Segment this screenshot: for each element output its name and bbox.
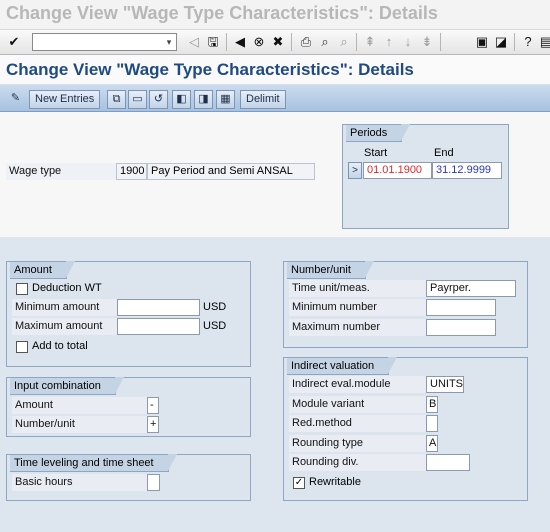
rewritable-label: Rewritable [309,476,361,488]
input-combination-title: Input combination [10,377,124,395]
delete-icon[interactable]: ▭ [128,90,147,109]
rewritable-checkbox[interactable]: ✓ [293,477,305,489]
maximum-amount-label: Maximum amount [12,318,117,335]
amount-group: Amount Deduction WT Minimum amount USD M… [6,261,251,367]
indirect-eval-module-label: Indirect eval.module [289,376,426,393]
red-method-field[interactable] [426,415,438,432]
number-unit-group: Number/unit Time unit/meas. Payrper. Min… [283,261,528,348]
print-icon[interactable]: ⎙ [298,34,314,50]
display-change-icon[interactable]: ✎ [6,90,25,109]
basic-hours-label: Basic hours [12,474,147,491]
first-page-icon[interactable]: ⇞ [362,34,378,50]
delimit-button[interactable]: Delimit [240,90,286,109]
previous-page-icon[interactable]: ↑ [381,34,397,50]
rounding-div-field[interactable] [426,454,470,471]
period-select-button[interactable]: > [348,162,362,179]
start-date-field[interactable]: 01.01.1900 [363,162,432,179]
rounding-type-field[interactable]: A [426,435,438,452]
red-method-label: Red.method [289,415,426,432]
command-history-dropdown-icon[interactable]: ▾ [163,35,175,49]
create-session-icon[interactable]: ▣ [474,34,490,50]
end-date-field[interactable]: 31.12.9999 [432,162,502,179]
time-unit-label: Time unit/meas. [289,280,426,297]
add-to-total-checkbox[interactable] [16,341,28,353]
exit-icon[interactable]: ⊗ [251,34,267,50]
maximum-number-field[interactable] [426,319,496,336]
ic-amount-label: Amount [12,397,147,414]
minimum-amount-label: Minimum amount [12,299,117,316]
screen-title-bar: Change View "Wage Type Characteristics":… [0,55,550,85]
periods-group: Periods Start End > 01.01.1900 31.12.999… [342,124,509,229]
ic-number-field[interactable]: + [147,416,159,433]
time-leveling-title: Time leveling and time sheet [10,454,177,472]
generate-shortcut-icon[interactable]: ◪ [493,34,509,50]
toolbar-separator [291,33,292,51]
ic-number-label: Number/unit [12,416,147,433]
wage-type-code: 1900 [116,163,147,180]
new-entries-button[interactable]: New Entries [29,90,101,109]
customize-layout-icon[interactable]: ▤ [538,34,550,50]
minimum-amount-currency: USD [203,301,227,313]
window-title: Change View "Wage Type Characteristics":… [6,3,438,23]
system-toolbar: ✔ ▾ ◁ 🖫 ◀ ⊗ ✖ ⎙ ⌕ ⌕ ⇞ ↑ ↓ ⇟ ▣ ◪ ? ▤ [0,30,550,55]
toolbar-separator [514,33,515,51]
toolbar-separator [440,33,441,51]
number-unit-title: Number/unit [287,261,374,279]
application-toolbar: ✎ New Entries ⧉ ▭ ↺ ◧ ◨ ▦ Delimit [0,85,550,112]
detail-area: Amount Deduction WT Minimum amount USD M… [0,237,550,532]
basic-hours-field[interactable] [147,474,160,491]
find-next-icon[interactable]: ⌕ [336,34,352,50]
previous-entry-icon[interactable]: ◧ [172,90,191,109]
maximum-number-label: Maximum number [289,319,426,336]
command-field[interactable]: ▾ [32,33,177,51]
indirect-eval-module-field[interactable]: UNITS [426,376,464,393]
next-entry-icon[interactable]: ◨ [194,90,213,109]
rounding-div-label: Rounding div. [289,454,426,471]
wage-type-text: Pay Period and Semi ANSAL [147,163,315,180]
time-leveling-group: Time leveling and time sheet Basic hours [6,454,251,501]
periods-title: Periods [346,124,411,142]
rounding-type-label: Rounding type [289,435,426,452]
key-area: Wage type 1900 Pay Period and Semi ANSAL… [0,112,550,237]
last-page-icon[interactable]: ⇟ [419,34,435,50]
indirect-valuation-title: Indirect valuation [287,357,398,375]
window-title-bar: Change View "Wage Type Characteristics":… [0,0,550,30]
cancel-icon[interactable]: ✖ [270,34,286,50]
minimum-number-field[interactable] [426,299,496,316]
module-variant-label: Module variant [289,396,426,413]
end-label: End [434,147,454,159]
help-icon[interactable]: ? [520,34,536,50]
collapse-left-icon[interactable]: ◁ [186,34,202,50]
wage-type-label: Wage type [6,163,116,180]
maximum-amount-currency: USD [203,320,227,332]
deduction-wt-checkbox[interactable] [16,283,28,295]
time-unit-field[interactable]: Payrper. [426,280,516,297]
screen-title: Change View "Wage Type Characteristics":… [6,60,414,79]
copy-as-icon[interactable]: ⧉ [107,90,126,109]
variable-list-icon[interactable]: ▦ [216,90,235,109]
find-icon[interactable]: ⌕ [317,34,333,50]
minimum-amount-field[interactable] [117,299,200,316]
back-icon[interactable]: ◀ [232,34,248,50]
next-page-icon[interactable]: ↓ [400,34,416,50]
indirect-valuation-group: Indirect valuation Indirect eval.module … [283,357,528,501]
add-to-total-label: Add to total [32,340,88,352]
enter-check-icon[interactable]: ✔ [6,34,22,50]
module-variant-field[interactable]: B [426,396,438,413]
input-combination-group: Input combination Amount - Number/unit + [6,377,251,437]
maximum-amount-field[interactable] [117,318,200,335]
ic-amount-field[interactable]: - [147,397,159,414]
save-icon[interactable]: 🖫 [205,34,221,50]
toolbar-separator [356,33,357,51]
deduction-wt-label: Deduction WT [32,282,102,294]
start-label: Start [364,147,388,159]
undo-change-icon[interactable]: ↺ [149,90,168,109]
amount-title: Amount [10,261,75,279]
toolbar-separator [226,33,227,51]
minimum-number-label: Minimum number [289,299,426,316]
